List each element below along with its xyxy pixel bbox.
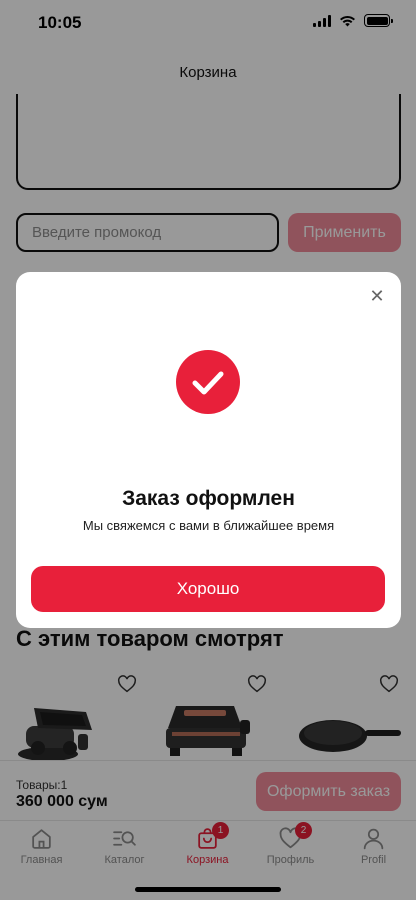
check-circle-icon: [176, 350, 240, 414]
close-icon[interactable]: ✕: [367, 286, 387, 306]
order-success-modal: ✕ Заказ оформлен Мы свяжемся с вами в бл…: [16, 272, 401, 628]
home-indicator: [135, 887, 281, 892]
modal-title: Заказ оформлен: [122, 487, 295, 510]
modal-message: Мы свяжемся с вами в ближайшее время: [82, 518, 335, 533]
ok-button[interactable]: Хорошо: [31, 566, 385, 612]
